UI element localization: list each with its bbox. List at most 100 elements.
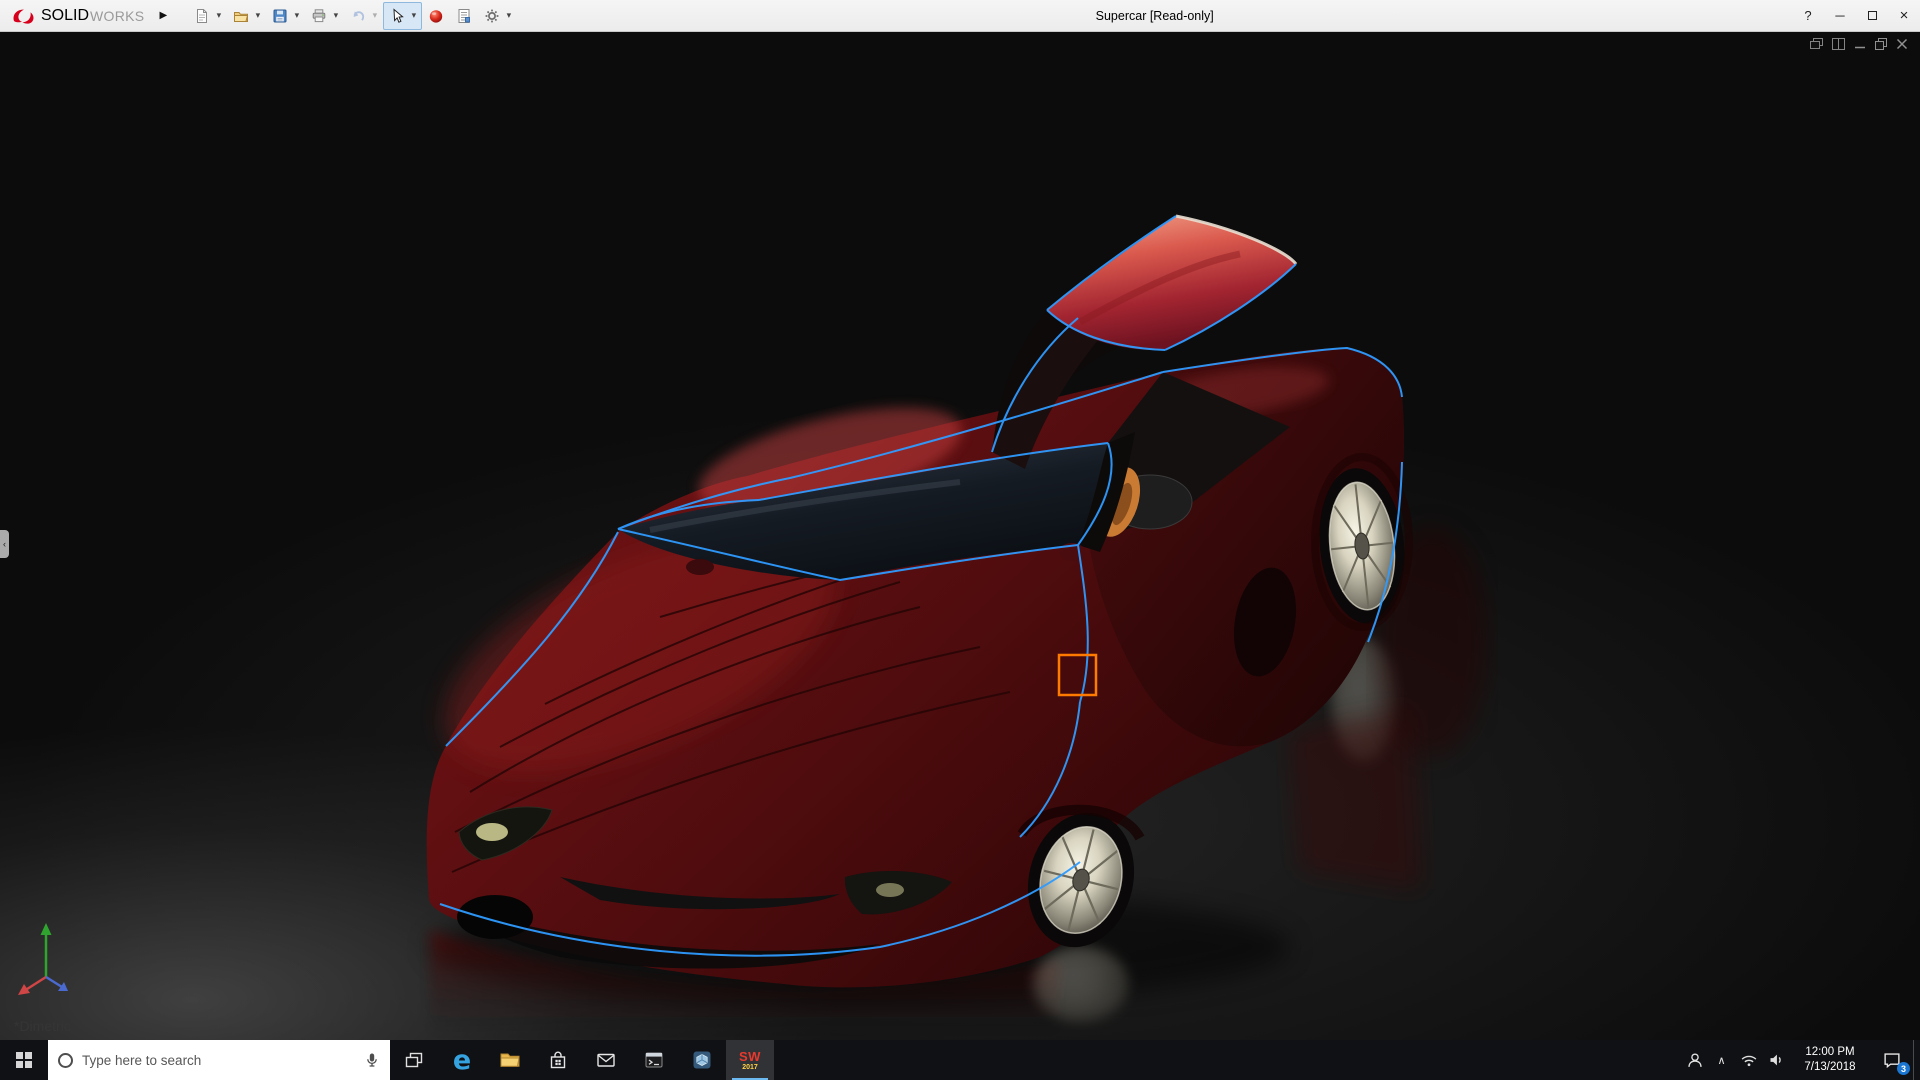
- new-document-icon: [194, 8, 210, 24]
- maximize-icon: [1868, 11, 1877, 20]
- microphone-icon[interactable]: [364, 1052, 380, 1068]
- new-tool: ▾: [188, 2, 227, 30]
- mail-icon: [594, 1048, 618, 1072]
- network-icon: [1738, 1049, 1760, 1071]
- search-input[interactable]: [82, 1053, 355, 1068]
- cube-3d-icon: [690, 1048, 714, 1072]
- orientation-triad: [14, 917, 86, 1006]
- undo-tool: ▾: [344, 2, 383, 30]
- save-button[interactable]: [269, 4, 291, 28]
- new-button[interactable]: [191, 4, 213, 28]
- network-tray-button[interactable]: [1735, 1040, 1762, 1080]
- maximize-button[interactable]: [1856, 0, 1888, 32]
- volume-icon: [1765, 1049, 1787, 1071]
- windows-start-icon: [16, 1052, 33, 1069]
- file-explorer-button[interactable]: [486, 1040, 534, 1080]
- save-tool: ▾: [266, 2, 305, 30]
- task-view-button[interactable]: [390, 1040, 438, 1080]
- titlebar: SOLIDWORKS ▶ ▾: [0, 0, 1920, 32]
- options-tool: ▾: [478, 2, 517, 30]
- print-icon: [311, 8, 327, 24]
- brand-works: WORKS: [90, 8, 144, 24]
- console-window-icon: [642, 1048, 666, 1072]
- print-tool: ▾: [305, 2, 344, 30]
- undo-button[interactable]: [347, 4, 369, 28]
- tile-button[interactable]: [1832, 38, 1845, 50]
- user-tray-button[interactable]: [1681, 1040, 1708, 1080]
- undo-icon: [350, 8, 366, 24]
- solidworks-window: SOLIDWORKS ▶ ▾: [0, 0, 1920, 1080]
- console-window-button[interactable]: [630, 1040, 678, 1080]
- doc-minimize-button[interactable]: [1854, 38, 1866, 50]
- select-button[interactable]: [386, 4, 408, 28]
- document-title: Supercar [Read-only]: [517, 9, 1792, 23]
- menu-expand-button[interactable]: ▶: [152, 3, 174, 29]
- edge-button[interactable]: e: [438, 1040, 486, 1080]
- volume-tray-button[interactable]: [1762, 1040, 1789, 1080]
- save-dropdown[interactable]: ▾: [291, 4, 302, 28]
- clock-date: 7/13/2018: [1804, 1060, 1855, 1075]
- rebuild-button[interactable]: [425, 4, 447, 28]
- panel-collapse-tab[interactable]: ‹: [0, 530, 9, 558]
- store-button[interactable]: [534, 1040, 582, 1080]
- doc-restore-button[interactable]: [1875, 38, 1887, 50]
- minimize-icon: [1854, 38, 1866, 50]
- file-explorer-icon: [498, 1048, 522, 1072]
- taskbar: e: [0, 1040, 1920, 1080]
- select-dropdown[interactable]: ▾: [408, 4, 419, 28]
- print-button[interactable]: [308, 4, 330, 28]
- cortana-ring-icon: [58, 1053, 73, 1068]
- window-buttons: ? ─ ×: [1792, 0, 1920, 32]
- doc-close-button[interactable]: [1896, 38, 1908, 50]
- hidden-icons-button[interactable]: ∧: [1708, 1040, 1735, 1080]
- close-icon: [1896, 38, 1908, 50]
- new-dropdown[interactable]: ▾: [213, 4, 224, 28]
- open-folder-icon: [233, 8, 249, 24]
- ds-logo-icon: [10, 7, 36, 25]
- document-window-controls: [1810, 38, 1908, 50]
- mail-button[interactable]: [582, 1040, 630, 1080]
- taskbar-search: [48, 1040, 390, 1080]
- print-dropdown[interactable]: ▾: [330, 4, 341, 28]
- file-properties-button[interactable]: [453, 4, 475, 28]
- user-icon: [1684, 1049, 1706, 1071]
- start-button[interactable]: [0, 1040, 48, 1080]
- open-dropdown[interactable]: ▾: [252, 4, 263, 28]
- cascade-button[interactable]: [1810, 38, 1823, 50]
- edge-icon: e: [453, 1047, 471, 1074]
- menubar-toolbar: ▾ ▾: [188, 2, 517, 30]
- open-tool: ▾: [227, 2, 266, 30]
- solidworks-app-button[interactable]: SW 2017: [726, 1040, 774, 1080]
- left-mirror: [686, 559, 714, 575]
- task-view-icon: [402, 1048, 426, 1072]
- clock-time: 12:00 PM: [1805, 1045, 1854, 1060]
- cube-3d-app-button[interactable]: [678, 1040, 726, 1080]
- rebuild-tool: [422, 2, 450, 30]
- car-model[interactable]: [411, 216, 1412, 987]
- notification-badge: 3: [1897, 1062, 1910, 1075]
- options-button[interactable]: [481, 4, 503, 28]
- solidworks-icon: SW 2017: [739, 1050, 761, 1071]
- minimize-button[interactable]: ─: [1824, 0, 1856, 32]
- graphics-area[interactable]: ‹ *Dimetric: [0, 32, 1920, 1040]
- store-icon: [546, 1048, 570, 1072]
- help-button[interactable]: ?: [1792, 0, 1824, 32]
- notification-center-button[interactable]: 3: [1871, 1040, 1913, 1080]
- save-icon: [272, 8, 288, 24]
- options-dropdown[interactable]: ▾: [503, 4, 514, 28]
- file-properties-tool: [450, 2, 478, 30]
- close-button[interactable]: ×: [1888, 0, 1920, 32]
- cascade-icon: [1810, 38, 1823, 50]
- view-orientation-label: *Dimetric: [14, 1018, 71, 1034]
- open-button[interactable]: [230, 4, 252, 28]
- taskbar-clock[interactable]: 12:00 PM 7/13/2018: [1789, 1040, 1871, 1080]
- brand-solid: SOLID: [41, 7, 89, 25]
- 3d-scene[interactable]: [0, 32, 1920, 1040]
- file-properties-icon: [456, 8, 472, 24]
- show-desktop-button[interactable]: [1913, 1040, 1920, 1080]
- options-gear-icon: [484, 8, 500, 24]
- undo-dropdown[interactable]: ▾: [369, 4, 380, 28]
- select-cursor-icon: [389, 8, 405, 24]
- restore-icon: [1875, 38, 1887, 50]
- rebuild-icon: [428, 8, 444, 24]
